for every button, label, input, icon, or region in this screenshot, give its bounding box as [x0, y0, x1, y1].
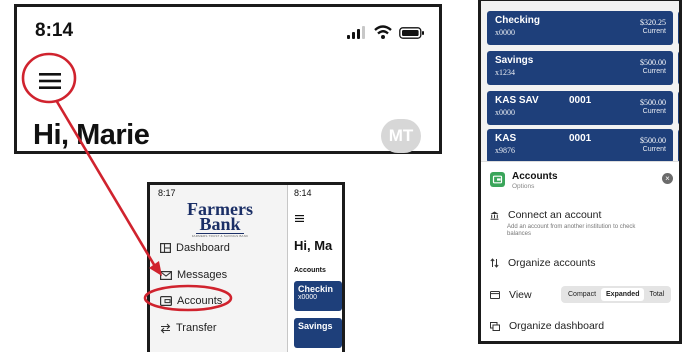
arrowhead: [149, 261, 162, 276]
highlight-circle: [143, 284, 233, 312]
annotation-overlay: [21, 52, 233, 312]
annotation-arrow: [54, 99, 158, 269]
highlight-circle: [21, 52, 77, 104]
